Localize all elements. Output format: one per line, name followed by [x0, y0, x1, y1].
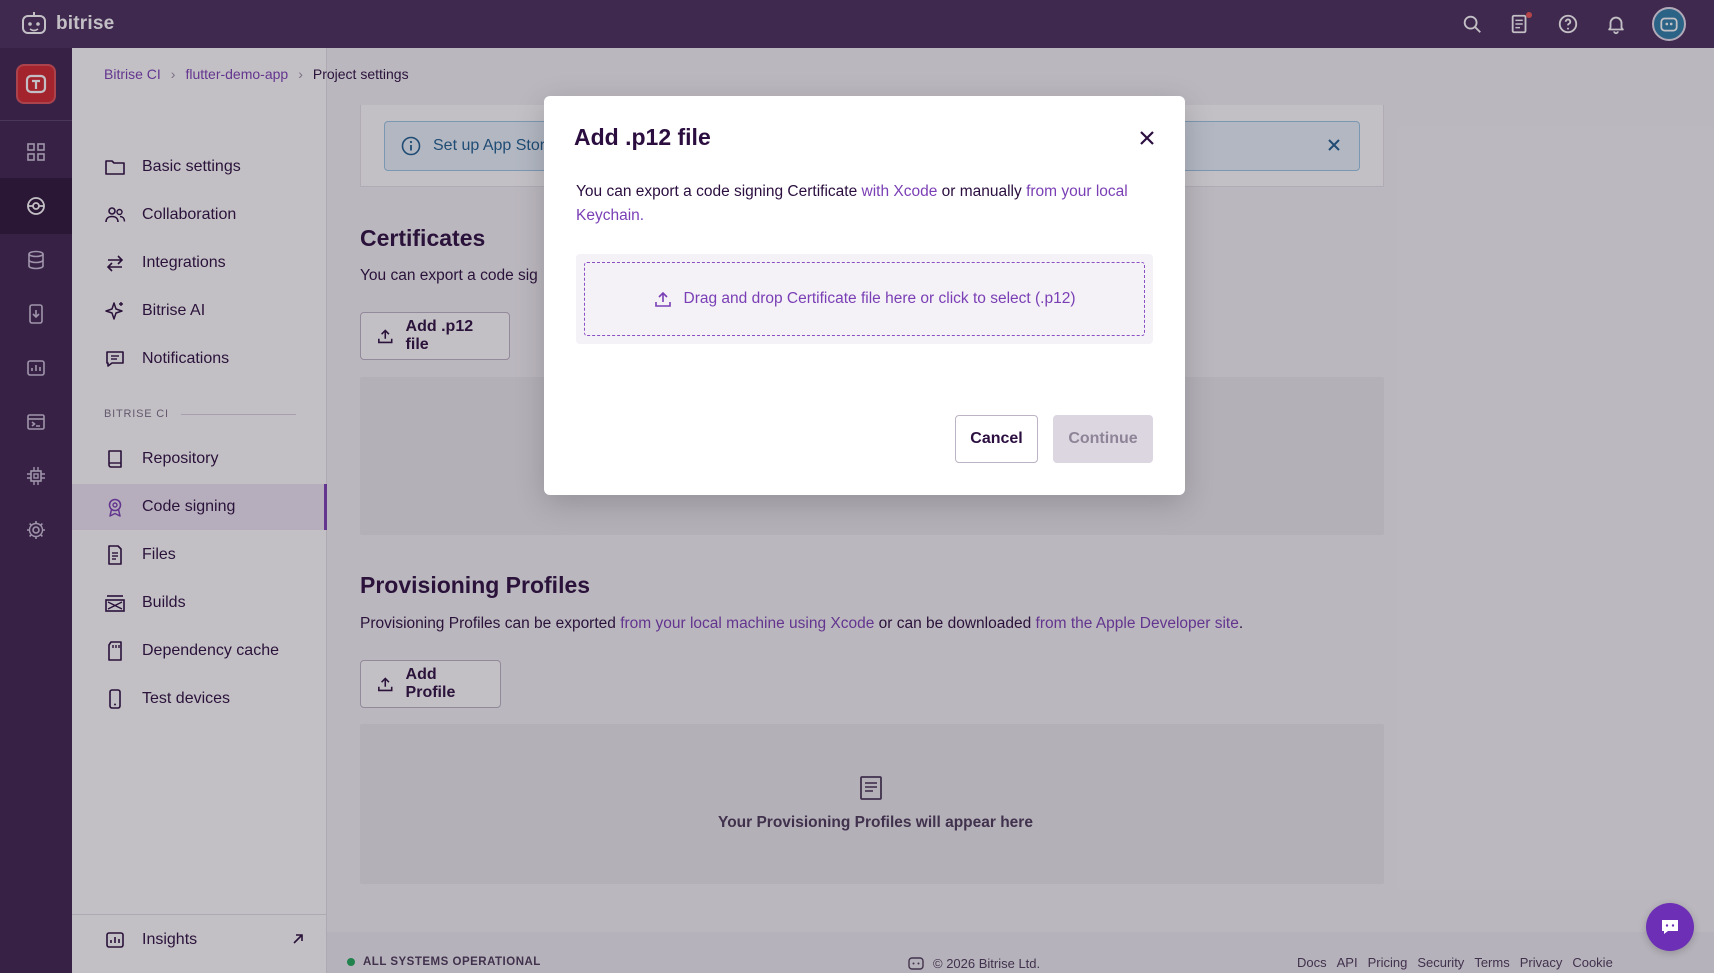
close-icon[interactable]	[1137, 128, 1157, 148]
xcode-link[interactable]: with Xcode	[862, 183, 938, 200]
continue-button[interactable]: Continue	[1053, 415, 1153, 463]
upload-icon	[654, 291, 671, 307]
chat-support-button[interactable]	[1646, 903, 1694, 951]
chat-icon	[1662, 920, 1678, 934]
certificate-dropzone[interactable]: Drag and drop Certificate file here or c…	[584, 262, 1145, 336]
dropzone-text: Drag and drop Certificate file here or c…	[683, 290, 1076, 307]
modal-description: You can export a code signing Certificat…	[576, 180, 1136, 228]
cancel-button[interactable]: Cancel	[955, 415, 1038, 463]
add-p12-modal: Add .p12 file You can export a code sign…	[544, 96, 1185, 495]
modal-text: You can export a code signing Certificat…	[576, 183, 862, 200]
modal-title: Add .p12 file	[574, 124, 711, 150]
dropzone-container: Drag and drop Certificate file here or c…	[576, 254, 1153, 344]
modal-text: or manually	[937, 183, 1027, 200]
